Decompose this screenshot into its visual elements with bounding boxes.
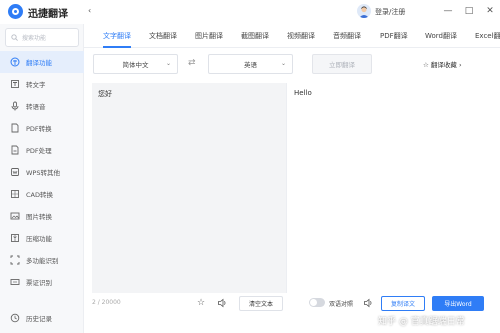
sidebar-item-label: 图片转换	[26, 213, 52, 221]
sidebar-item-voice[interactable]: 转语音	[0, 95, 84, 117]
target-language-select[interactable]: 英语 ⌄	[208, 54, 293, 74]
sidebar-item-translate[interactable]: 翻译功能	[0, 51, 84, 73]
speaker-icon[interactable]	[362, 297, 374, 309]
close-button[interactable]: ✕	[482, 3, 498, 19]
source-language-select[interactable]: 简体中文 ⌄	[93, 54, 178, 74]
favorites-link[interactable]: ☆ 翻译收藏 ›	[423, 59, 462, 69]
sidebar-item-label: 票证识别	[26, 279, 52, 287]
sidebar-item-label: 压缩功能	[26, 235, 52, 243]
favorites-icon: ☆	[423, 61, 429, 69]
sidebar-item-text[interactable]: 转文字	[0, 73, 84, 95]
cad-icon	[10, 189, 20, 199]
chevron-right-icon: ›	[458, 61, 462, 69]
source-text-area[interactable]: 您好	[92, 83, 286, 293]
maximize-button[interactable]: □	[461, 3, 477, 19]
copy-translation-button[interactable]: 复制译文	[381, 296, 425, 311]
sidebar-item-pdf-process[interactable]: PDF处理	[0, 139, 84, 161]
voice-icon	[10, 101, 20, 111]
sidebar-item-label: 转文字	[26, 81, 46, 89]
sidebar-item-cad[interactable]: CAD转换	[0, 183, 84, 205]
sidebar-item-label: PDF转换	[26, 125, 52, 133]
tab-video-translate[interactable]: 视频翻译	[287, 31, 315, 41]
target-language-value: 英语	[244, 61, 257, 69]
sidebar-item-label: PDF处理	[26, 147, 52, 155]
swap-icon[interactable]: ⇄	[188, 58, 196, 68]
source-language-value: 简体中文	[122, 61, 149, 69]
translate-button[interactable]: 立即翻译	[312, 54, 372, 74]
sidebar-item-wps[interactable]: WPS转其他	[0, 161, 84, 183]
speaker-icon[interactable]	[216, 297, 228, 309]
sidebar-item-label: CAD转换	[26, 191, 53, 199]
sidebar-item-image[interactable]: 图片转换	[0, 205, 84, 227]
tab-screenshot-translate[interactable]: 截图翻译	[241, 31, 269, 41]
tab-word-translate[interactable]: Word翻译	[425, 31, 457, 41]
favorites-label: 翻译收藏	[430, 61, 457, 69]
sidebar-item-pdf-convert[interactable]: PDF转换	[0, 117, 84, 139]
sidebar-item-recognize[interactable]: 多功能识别	[0, 249, 84, 271]
star-icon[interactable]: ☆	[195, 297, 207, 309]
image-icon	[10, 211, 20, 221]
sidebar: 搜索功能 翻译功能 转文字 转语音 PDF转换 PDF处理 WPS转其他 CAD…	[0, 24, 84, 333]
tab-pdf-translate[interactable]: PDF翻译	[380, 31, 408, 41]
history-icon	[10, 313, 20, 323]
app-title: 迅捷翻译	[28, 9, 68, 20]
character-counter: 2 / 20000	[92, 299, 121, 306]
target-text: Hello	[294, 89, 312, 97]
ticket-icon	[10, 277, 20, 287]
compress-icon	[10, 233, 20, 243]
chevron-left-icon[interactable]: ‹	[88, 6, 91, 15]
sidebar-item-label: 翻译功能	[26, 59, 52, 67]
translate-icon	[10, 57, 20, 67]
login-link[interactable]: 登录/注册	[375, 7, 405, 17]
bilingual-label: 双语对照	[329, 301, 354, 308]
sidebar-item-history[interactable]: 历史记录	[0, 307, 84, 329]
sidebar-item-label: WPS转其他	[26, 169, 60, 177]
target-text-area: Hello	[286, 83, 490, 293]
tab-image-translate[interactable]: 图片翻译	[195, 31, 223, 41]
tab-excel-translate[interactable]: Excel翻	[475, 31, 500, 41]
search-input[interactable]: 搜索功能	[5, 28, 79, 47]
pdf-convert-icon	[10, 123, 20, 133]
avatar[interactable]	[357, 4, 371, 18]
export-word-button[interactable]: 导出Word	[432, 296, 484, 311]
tab-audio-translate[interactable]: 音频翻译	[333, 31, 361, 41]
title-bar: 迅捷翻译 登录/注册 — □ ✕	[0, 0, 500, 24]
sidebar-item-label: 转语音	[26, 103, 46, 111]
bilingual-toggle[interactable]	[309, 298, 325, 307]
chevron-down-icon: ⌄	[280, 60, 286, 67]
watermark: 知乎 @ 官真踞端日常	[378, 317, 465, 327]
sidebar-item-label: 历史记录	[26, 315, 52, 323]
active-tab-indicator	[103, 46, 131, 48]
app-logo-icon	[8, 4, 23, 19]
search-placeholder: 搜索功能	[22, 35, 47, 42]
wps-icon	[10, 167, 20, 177]
sidebar-item-ticket[interactable]: 票证识别	[0, 271, 84, 293]
source-text: 您好	[98, 90, 112, 98]
text-icon	[10, 79, 20, 89]
clear-text-button[interactable]: 清空文本	[239, 296, 283, 311]
chevron-down-icon: ⌄	[165, 60, 171, 67]
sidebar-item-label: 多功能识别	[26, 257, 59, 265]
recognize-icon	[10, 255, 20, 265]
tab-text-translate[interactable]: 文字翻译	[103, 31, 131, 41]
minimize-button[interactable]: —	[440, 3, 456, 19]
search-icon	[11, 34, 18, 41]
pdf-process-icon	[10, 145, 20, 155]
sidebar-item-compress[interactable]: 压缩功能	[0, 227, 84, 249]
tab-document-translate[interactable]: 文档翻译	[149, 31, 177, 41]
